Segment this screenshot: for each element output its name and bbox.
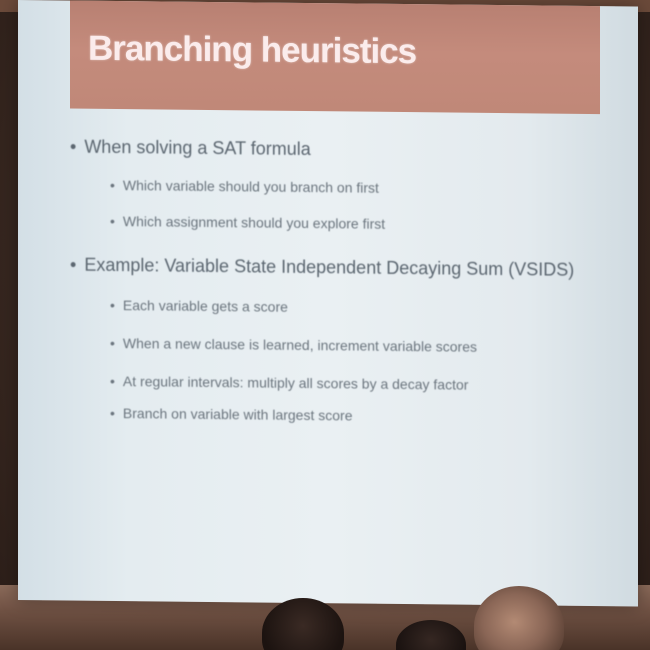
bullet-2-text: Example: Variable State Independent Deca… xyxy=(84,254,575,280)
projection-screen: Branching heuristics • When solving a SA… xyxy=(18,0,638,607)
bullet-2: • Example: Variable State Independent De… xyxy=(70,255,574,281)
bullet-dot-icon: • xyxy=(70,136,77,157)
bullet-dot-icon: • xyxy=(110,404,115,422)
bullet-1-text: When solving a SAT formula xyxy=(84,136,311,160)
bullet-2-4: • Branch on variable with largest score xyxy=(110,405,352,424)
bullet-dot-icon: • xyxy=(110,296,115,314)
bullet-dot-icon: • xyxy=(110,212,115,230)
bullet-1-1-text: Which variable should you branch on firs… xyxy=(122,177,379,196)
bullet-dot-icon: • xyxy=(110,334,115,352)
bullet-2-2-text: When a new clause is learned, increment … xyxy=(122,335,477,355)
bullet-1-1: • Which variable should you branch on fi… xyxy=(110,177,379,196)
bullet-2-1-text: Each variable gets a score xyxy=(122,297,288,315)
bullet-1: • When solving a SAT formula xyxy=(70,137,311,161)
bullet-2-3-text: At regular intervals: multiply all score… xyxy=(122,373,469,393)
bullet-2-4-text: Branch on variable with largest score xyxy=(122,405,353,424)
bullet-dot-icon: • xyxy=(110,372,115,390)
bullet-dot-icon: • xyxy=(70,254,77,275)
photo-scene: Branching heuristics • When solving a SA… xyxy=(0,0,650,650)
slide-title-bar: Branching heuristics xyxy=(70,0,600,115)
bullet-2-3: • At regular intervals: multiply all sco… xyxy=(110,373,468,393)
bullet-1-2-text: Which assignment should you explore firs… xyxy=(122,213,386,232)
bullet-1-2: • Which assignment should you explore fi… xyxy=(110,213,385,232)
slide-title: Branching heuristics xyxy=(88,28,417,72)
bullet-2-2: • When a new clause is learned, incremen… xyxy=(110,335,477,355)
bullet-dot-icon: • xyxy=(110,176,115,194)
bullet-2-1: • Each variable gets a score xyxy=(110,297,288,315)
